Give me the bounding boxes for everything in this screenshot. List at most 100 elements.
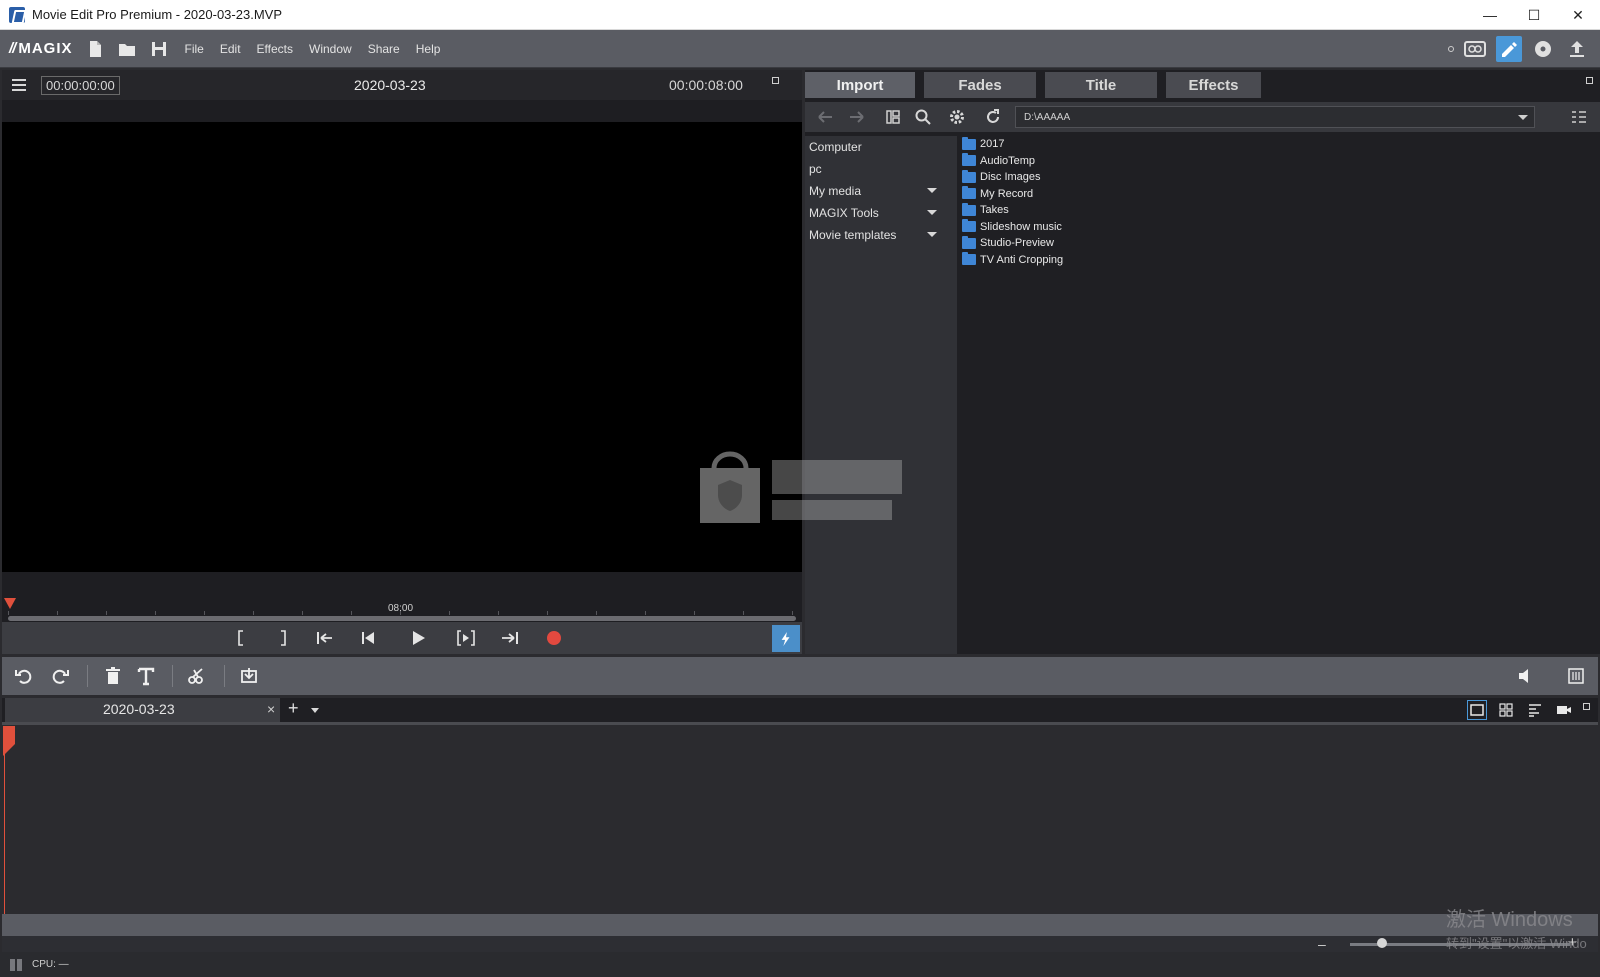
set-in-point-button[interactable] bbox=[230, 628, 252, 648]
project-tab[interactable]: 2020-03-23 × bbox=[5, 698, 280, 722]
current-timecode[interactable]: 00:00:00:00 bbox=[41, 75, 120, 95]
disc-burn-icon[interactable] bbox=[1530, 36, 1556, 62]
scissors-icon[interactable] bbox=[186, 666, 208, 686]
open-folder-icon[interactable] bbox=[117, 39, 137, 59]
nav-item-movie-templates[interactable]: Movie templates bbox=[805, 224, 957, 246]
menu-help[interactable]: Help bbox=[416, 42, 441, 56]
chevron-down-icon[interactable] bbox=[927, 232, 937, 237]
folder-name: My Record bbox=[980, 187, 1034, 200]
trash-icon[interactable] bbox=[102, 666, 124, 686]
nav-item-computer[interactable]: Computer bbox=[805, 136, 957, 158]
list-item[interactable]: AudioTemp bbox=[962, 153, 1592, 170]
close-icon[interactable]: × bbox=[267, 701, 275, 717]
folder-icon bbox=[962, 136, 976, 150]
chevron-down-icon[interactable] bbox=[311, 708, 319, 713]
tab-title[interactable]: Title bbox=[1045, 72, 1157, 98]
close-button[interactable]: ✕ bbox=[1556, 0, 1600, 30]
refresh-icon[interactable] bbox=[983, 108, 1003, 126]
tab-fades[interactable]: Fades bbox=[924, 72, 1036, 98]
preview-ruler[interactable]: 08:00 bbox=[2, 598, 802, 621]
timeline-tracks[interactable] bbox=[2, 722, 1598, 914]
video-display[interactable] bbox=[2, 122, 802, 572]
path-value: D:\AAAAA bbox=[1024, 111, 1071, 123]
tab-effects[interactable]: Effects bbox=[1166, 72, 1261, 98]
gear-icon[interactable] bbox=[947, 108, 967, 126]
back-arrow-icon[interactable] bbox=[815, 108, 835, 126]
volume-icon[interactable] bbox=[1515, 666, 1537, 686]
quick-action-button[interactable] bbox=[772, 625, 800, 652]
tab-import[interactable]: Import bbox=[805, 72, 915, 98]
folder-up-icon[interactable] bbox=[883, 108, 903, 126]
list-item[interactable]: 2017 bbox=[962, 136, 1592, 153]
chevron-down-icon[interactable] bbox=[927, 210, 937, 215]
redo-icon[interactable] bbox=[49, 666, 71, 686]
zoom-slider-thumb[interactable] bbox=[1377, 938, 1387, 948]
chevron-down-icon[interactable] bbox=[927, 188, 937, 193]
preview-playhead-icon[interactable] bbox=[4, 598, 16, 609]
previous-frame-button[interactable] bbox=[357, 628, 379, 648]
list-item[interactable]: Takes bbox=[962, 202, 1592, 219]
insert-mode-icon[interactable] bbox=[238, 666, 260, 686]
path-dropdown[interactable]: D:\AAAAA bbox=[1015, 106, 1535, 128]
media-maximize-icon[interactable] bbox=[1586, 77, 1593, 84]
nav-item-my-media[interactable]: My media bbox=[805, 180, 957, 202]
app-icon bbox=[9, 6, 25, 23]
menu-share[interactable]: Share bbox=[368, 42, 400, 56]
folder-icon bbox=[962, 202, 976, 216]
list-item[interactable]: Slideshow music bbox=[962, 219, 1592, 236]
folder-name: AudioTemp bbox=[980, 154, 1036, 167]
play-range-button[interactable] bbox=[455, 628, 477, 648]
preview-maximize-icon[interactable] bbox=[772, 77, 779, 84]
menu-edit[interactable]: Edit bbox=[220, 42, 241, 56]
folder-name: Studio-Preview bbox=[980, 237, 1054, 250]
folder-name: Disc Images bbox=[980, 171, 1041, 184]
status-grid-icon bbox=[10, 958, 24, 971]
list-item[interactable]: Studio-Preview bbox=[962, 235, 1592, 252]
add-tab-button[interactable]: + bbox=[288, 698, 299, 719]
text-tool-icon[interactable] bbox=[135, 666, 157, 686]
nav-item-magix-tools[interactable]: MAGIX Tools bbox=[805, 202, 957, 224]
list-item[interactable]: TV Anti Cropping bbox=[962, 252, 1592, 269]
list-view-icon[interactable] bbox=[1569, 108, 1589, 126]
forward-arrow-icon[interactable] bbox=[847, 108, 867, 126]
nav-item-pc[interactable]: pc bbox=[805, 158, 957, 180]
chevron-down-icon bbox=[1518, 115, 1528, 120]
menu-window[interactable]: Window bbox=[309, 42, 352, 56]
go-to-start-button[interactable] bbox=[314, 628, 336, 648]
grid-view-icon[interactable] bbox=[1496, 700, 1516, 720]
export-upload-icon[interactable] bbox=[1564, 36, 1590, 62]
folder-name: TV Anti Cropping bbox=[980, 253, 1064, 266]
menu-file[interactable]: File bbox=[185, 42, 204, 56]
storyboard-view-icon[interactable] bbox=[1467, 700, 1487, 720]
import-mode-icon[interactable] bbox=[1462, 36, 1488, 62]
search-icon[interactable] bbox=[913, 108, 933, 126]
undo-icon[interactable] bbox=[13, 666, 35, 686]
timeline-maximize-icon[interactable] bbox=[1583, 703, 1590, 710]
list-item[interactable]: Disc Images bbox=[962, 169, 1592, 186]
hamburger-menu-icon[interactable] bbox=[12, 79, 26, 91]
folder-name: Slideshow music bbox=[980, 220, 1062, 233]
app-window: Movie Edit Pro Premium - 2020-03-23.MVP … bbox=[0, 0, 1600, 977]
edit-toolbar bbox=[2, 657, 1598, 695]
new-file-icon[interactable] bbox=[85, 39, 105, 59]
mixer-icon[interactable] bbox=[1565, 666, 1587, 686]
list-item[interactable]: My Record bbox=[962, 186, 1592, 203]
set-out-point-button[interactable] bbox=[272, 628, 294, 648]
preview-scrub-bar[interactable] bbox=[8, 616, 796, 621]
edit-mode-icon[interactable] bbox=[1496, 36, 1522, 62]
toolbar-divider bbox=[224, 665, 225, 687]
menu-toolbar: //MAGIX File Edit Effects Window Share H… bbox=[0, 30, 1600, 68]
minimize-button[interactable]: — bbox=[1468, 0, 1512, 30]
save-icon[interactable] bbox=[149, 39, 169, 59]
window-title: Movie Edit Pro Premium - 2020-03-23.MVP bbox=[32, 7, 282, 22]
go-to-end-button[interactable] bbox=[499, 628, 521, 648]
menu-effects[interactable]: Effects bbox=[257, 42, 293, 56]
record-button[interactable] bbox=[543, 628, 565, 648]
main-menu: File Edit Effects Window Share Help bbox=[185, 42, 457, 56]
timeline-view-icon[interactable] bbox=[1525, 700, 1545, 720]
multicam-view-icon[interactable] bbox=[1554, 700, 1574, 720]
zoom-out-button[interactable]: – bbox=[1318, 936, 1326, 952]
play-button[interactable] bbox=[407, 628, 429, 648]
maximize-button[interactable]: ☐ bbox=[1512, 0, 1556, 30]
magix-logo: //MAGIX bbox=[9, 40, 73, 57]
